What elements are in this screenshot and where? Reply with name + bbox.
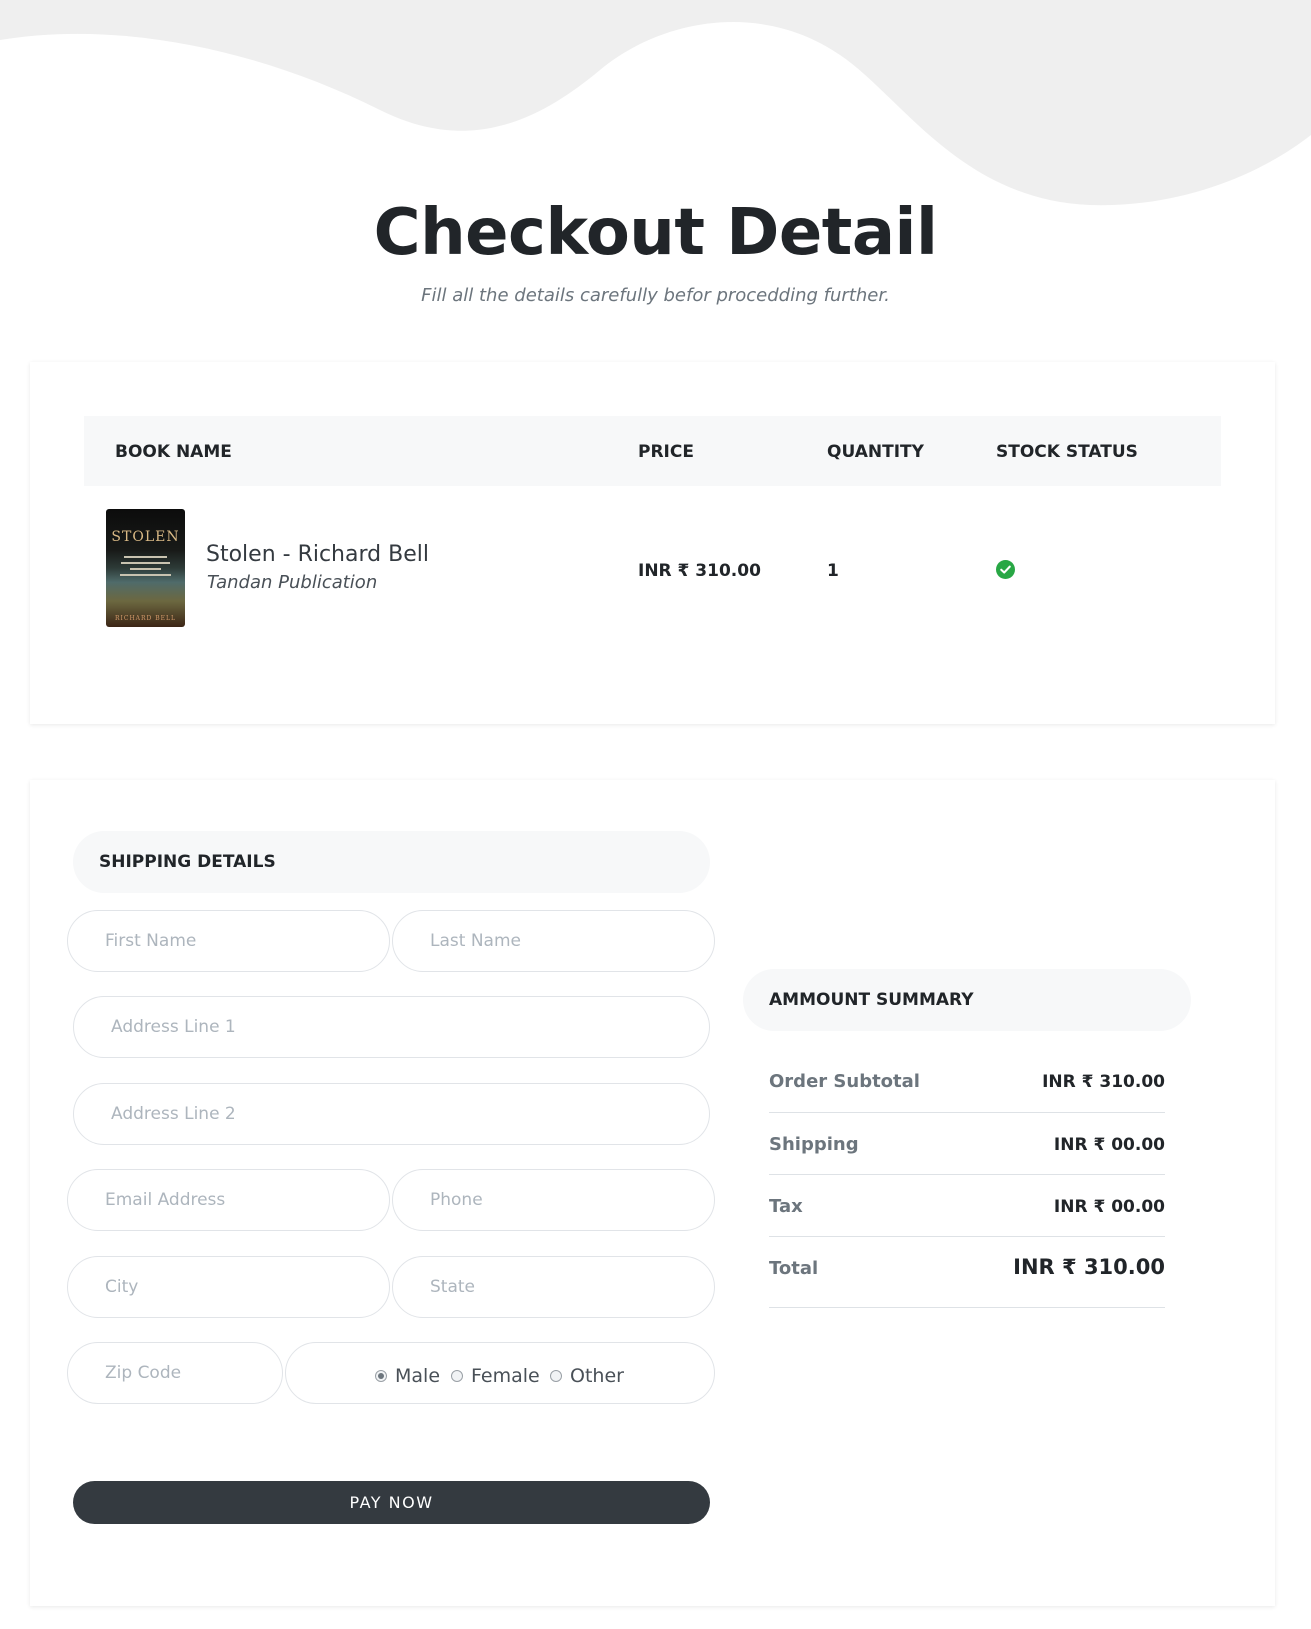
cover-text-line (121, 562, 170, 564)
summary-row-total: Total INR ₹ 310.00 (769, 1237, 1165, 1308)
shipping-details-heading: SHIPPING DETAILS (73, 831, 710, 893)
header-wave-decoration (0, 0, 1311, 206)
gender-radio-group: Male Female Other (285, 1342, 715, 1404)
summary-total-value: INR ₹ 310.00 (1013, 1255, 1165, 1279)
checkout-page: Checkout Detail Fill all the details car… (0, 0, 1311, 1629)
email-input[interactable] (67, 1169, 390, 1231)
gender-option-male[interactable]: Male (375, 1365, 440, 1387)
zip-code-input[interactable] (67, 1342, 283, 1404)
book-publisher: Tandan Publication (207, 572, 378, 593)
book-price: INR ₹ 310.00 (638, 561, 761, 581)
radio-unselected-icon[interactable] (451, 1370, 463, 1382)
page-subtitle: Fill all the details carefully befor pro… (421, 285, 890, 306)
book-quantity: 1 (827, 561, 839, 581)
book-title[interactable]: Stolen - Richard Bell (206, 542, 429, 567)
summary-label: Order Subtotal (769, 1071, 920, 1092)
page-title: Checkout Detail (373, 196, 938, 270)
book-cover-title: STOLEN (111, 529, 180, 545)
summary-label: Shipping (769, 1134, 859, 1155)
gender-option-other[interactable]: Other (550, 1365, 624, 1387)
summary-row-shipping: Shipping INR ₹ 00.00 (769, 1113, 1165, 1175)
summary-value: INR ₹ 310.00 (1042, 1072, 1165, 1092)
summary-row-subtotal: Order Subtotal INR ₹ 310.00 (769, 1050, 1165, 1113)
summary-total-label: Total (769, 1258, 819, 1279)
address-line-2-input[interactable] (73, 1083, 710, 1145)
summary-label: Tax (769, 1196, 803, 1217)
column-header-book-name: BOOK NAME (115, 442, 232, 462)
cover-text-line (120, 574, 171, 576)
address-line-1-input[interactable] (73, 996, 710, 1058)
cart-card: BOOK NAME PRICE QUANTITY STOCK STATUS ST… (30, 362, 1275, 724)
radio-selected-icon[interactable] (375, 1370, 387, 1382)
gender-label-other: Other (570, 1365, 624, 1387)
check-circle-icon (996, 560, 1015, 579)
checkout-form-card: SHIPPING DETAILS Male Female Other PAY N… (30, 780, 1275, 1606)
city-input[interactable] (67, 1256, 390, 1318)
cart-table-header: BOOK NAME PRICE QUANTITY STOCK STATUS (84, 416, 1221, 486)
summary-value: INR ₹ 00.00 (1053, 1197, 1165, 1217)
summary-value: INR ₹ 00.00 (1053, 1135, 1165, 1155)
pay-now-button[interactable]: PAY NOW (73, 1481, 710, 1524)
amount-summary-heading: AMMOUNT SUMMARY (743, 969, 1191, 1031)
cover-text-line (124, 556, 167, 558)
state-input[interactable] (392, 1256, 715, 1318)
gender-label-male: Male (395, 1365, 441, 1387)
column-header-price: PRICE (638, 442, 694, 462)
gender-option-female[interactable]: Female (451, 1365, 540, 1387)
cover-text-line (130, 568, 161, 570)
book-cover-author: RICHARD BELL (114, 615, 177, 622)
gender-label-female: Female (471, 1365, 540, 1387)
phone-input[interactable] (392, 1169, 715, 1231)
summary-row-tax: Tax INR ₹ 00.00 (769, 1175, 1165, 1237)
column-header-stock-status: STOCK STATUS (996, 442, 1138, 462)
column-header-quantity: QUANTITY (827, 442, 924, 462)
first-name-input[interactable] (67, 910, 390, 972)
book-cover-image: STOLEN RICHARD BELL (106, 509, 185, 627)
last-name-input[interactable] (392, 910, 715, 972)
radio-unselected-icon[interactable] (550, 1370, 562, 1382)
